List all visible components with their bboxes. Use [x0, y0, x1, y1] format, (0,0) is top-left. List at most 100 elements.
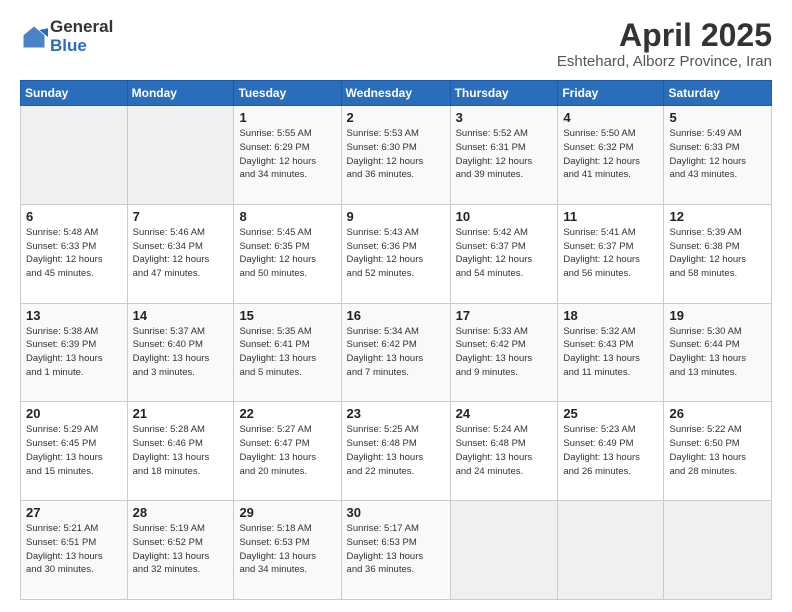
day-cell — [127, 106, 234, 205]
day-number: 9 — [347, 209, 445, 224]
week-row-1: 1 Sunrise: 5:55 AM Sunset: 6:29 PM Daylig… — [21, 106, 772, 205]
logo-blue-text: Blue — [50, 37, 113, 56]
day-cell: 9 Sunrise: 5:43 AM Sunset: 6:36 PM Daylig… — [341, 204, 450, 303]
logo-general-text: General — [50, 18, 113, 37]
calendar-title: April 2025 — [557, 18, 772, 53]
day-number: 6 — [26, 209, 122, 224]
day-info: Sunrise: 5:19 AM Sunset: 6:52 PM Dayligh… — [133, 522, 229, 577]
header: General Blue April 2025 Eshtehard, Albor… — [20, 18, 772, 70]
col-header-thursday: Thursday — [450, 81, 558, 106]
day-number: 12 — [669, 209, 766, 224]
week-row-2: 6 Sunrise: 5:48 AM Sunset: 6:33 PM Daylig… — [21, 204, 772, 303]
day-cell: 7 Sunrise: 5:46 AM Sunset: 6:34 PM Daylig… — [127, 204, 234, 303]
header-row: SundayMondayTuesdayWednesdayThursdayFrid… — [21, 81, 772, 106]
day-number: 15 — [239, 308, 335, 323]
day-info: Sunrise: 5:49 AM Sunset: 6:33 PM Dayligh… — [669, 127, 766, 182]
logo-icon — [20, 23, 48, 51]
day-info: Sunrise: 5:28 AM Sunset: 6:46 PM Dayligh… — [133, 423, 229, 478]
day-cell: 21 Sunrise: 5:28 AM Sunset: 6:46 PM Dayli… — [127, 402, 234, 501]
day-info: Sunrise: 5:48 AM Sunset: 6:33 PM Dayligh… — [26, 226, 122, 281]
day-info: Sunrise: 5:35 AM Sunset: 6:41 PM Dayligh… — [239, 325, 335, 380]
day-number: 27 — [26, 505, 122, 520]
col-header-saturday: Saturday — [664, 81, 772, 106]
day-number: 13 — [26, 308, 122, 323]
col-header-wednesday: Wednesday — [341, 81, 450, 106]
day-info: Sunrise: 5:46 AM Sunset: 6:34 PM Dayligh… — [133, 226, 229, 281]
day-info: Sunrise: 5:50 AM Sunset: 6:32 PM Dayligh… — [563, 127, 658, 182]
day-cell — [21, 106, 128, 205]
week-row-4: 20 Sunrise: 5:29 AM Sunset: 6:45 PM Dayli… — [21, 402, 772, 501]
day-info: Sunrise: 5:41 AM Sunset: 6:37 PM Dayligh… — [563, 226, 658, 281]
day-number: 10 — [456, 209, 553, 224]
day-cell: 25 Sunrise: 5:23 AM Sunset: 6:49 PM Dayli… — [558, 402, 664, 501]
day-number: 1 — [239, 110, 335, 125]
day-number: 5 — [669, 110, 766, 125]
day-cell: 22Sunrise: 5:27 AM Sunset: 6:47 PM Dayli… — [234, 402, 341, 501]
day-cell — [664, 501, 772, 600]
day-number: 30 — [347, 505, 445, 520]
day-cell: 18 Sunrise: 5:32 AM Sunset: 6:43 PM Dayli… — [558, 303, 664, 402]
day-info: Sunrise: 5:32 AM Sunset: 6:43 PM Dayligh… — [563, 325, 658, 380]
day-number: 20 — [26, 406, 122, 421]
day-number: 21 — [133, 406, 229, 421]
day-info: Sunrise: 5:39 AM Sunset: 6:38 PM Dayligh… — [669, 226, 766, 281]
day-cell: 15 Sunrise: 5:35 AM Sunset: 6:41 PM Dayli… — [234, 303, 341, 402]
day-number: 7 — [133, 209, 229, 224]
day-number: 24 — [456, 406, 553, 421]
calendar-subtitle: Eshtehard, Alborz Province, Iran — [557, 53, 772, 70]
day-info: Sunrise: 5:37 AM Sunset: 6:40 PM Dayligh… — [133, 325, 229, 380]
day-number: 11 — [563, 209, 658, 224]
day-number: 18 — [563, 308, 658, 323]
day-number: 3 — [456, 110, 553, 125]
day-info: Sunrise: 5:22 AM Sunset: 6:50 PM Dayligh… — [669, 423, 766, 478]
day-cell: 3Sunrise: 5:52 AM Sunset: 6:31 PM Daylig… — [450, 106, 558, 205]
day-cell — [558, 501, 664, 600]
day-info: Sunrise: 5:43 AM Sunset: 6:36 PM Dayligh… — [347, 226, 445, 281]
day-number: 26 — [669, 406, 766, 421]
day-info: Sunrise: 5:29 AM Sunset: 6:45 PM Dayligh… — [26, 423, 122, 478]
day-cell: 1 Sunrise: 5:55 AM Sunset: 6:29 PM Daylig… — [234, 106, 341, 205]
day-cell: 5 Sunrise: 5:49 AM Sunset: 6:33 PM Daylig… — [664, 106, 772, 205]
day-info: Sunrise: 5:23 AM Sunset: 6:49 PM Dayligh… — [563, 423, 658, 478]
day-info: Sunrise: 5:42 AM Sunset: 6:37 PM Dayligh… — [456, 226, 553, 281]
col-header-monday: Monday — [127, 81, 234, 106]
week-row-3: 13 Sunrise: 5:38 AM Sunset: 6:39 PM Dayli… — [21, 303, 772, 402]
logo: General Blue — [20, 18, 113, 55]
week-row-5: 27 Sunrise: 5:21 AM Sunset: 6:51 PM Dayli… — [21, 501, 772, 600]
day-cell: 30 Sunrise: 5:17 AM Sunset: 6:53 PM Dayli… — [341, 501, 450, 600]
day-info: Sunrise: 5:18 AM Sunset: 6:53 PM Dayligh… — [239, 522, 335, 577]
day-cell: 14Sunrise: 5:37 AM Sunset: 6:40 PM Dayli… — [127, 303, 234, 402]
day-cell: 2Sunrise: 5:53 AM Sunset: 6:30 PM Daylig… — [341, 106, 450, 205]
day-number: 8 — [239, 209, 335, 224]
day-info: Sunrise: 5:17 AM Sunset: 6:53 PM Dayligh… — [347, 522, 445, 577]
day-number: 25 — [563, 406, 658, 421]
day-info: Sunrise: 5:21 AM Sunset: 6:51 PM Dayligh… — [26, 522, 122, 577]
day-cell: 4Sunrise: 5:50 AM Sunset: 6:32 PM Daylig… — [558, 106, 664, 205]
day-cell: 10 Sunrise: 5:42 AM Sunset: 6:37 PM Dayli… — [450, 204, 558, 303]
col-header-friday: Friday — [558, 81, 664, 106]
day-info: Sunrise: 5:25 AM Sunset: 6:48 PM Dayligh… — [347, 423, 445, 478]
day-cell: 23Sunrise: 5:25 AM Sunset: 6:48 PM Dayli… — [341, 402, 450, 501]
day-info: Sunrise: 5:24 AM Sunset: 6:48 PM Dayligh… — [456, 423, 553, 478]
calendar-table: SundayMondayTuesdayWednesdayThursdayFrid… — [20, 80, 772, 600]
day-cell — [450, 501, 558, 600]
day-cell: 17 Sunrise: 5:33 AM Sunset: 6:42 PM Dayli… — [450, 303, 558, 402]
day-info: Sunrise: 5:38 AM Sunset: 6:39 PM Dayligh… — [26, 325, 122, 380]
day-info: Sunrise: 5:55 AM Sunset: 6:29 PM Dayligh… — [239, 127, 335, 182]
day-cell: 6 Sunrise: 5:48 AM Sunset: 6:33 PM Daylig… — [21, 204, 128, 303]
day-number: 17 — [456, 308, 553, 323]
col-header-sunday: Sunday — [21, 81, 128, 106]
day-number: 19 — [669, 308, 766, 323]
day-cell: 16Sunrise: 5:34 AM Sunset: 6:42 PM Dayli… — [341, 303, 450, 402]
day-cell: 20 Sunrise: 5:29 AM Sunset: 6:45 PM Dayli… — [21, 402, 128, 501]
day-number: 2 — [347, 110, 445, 125]
col-header-tuesday: Tuesday — [234, 81, 341, 106]
day-info: Sunrise: 5:30 AM Sunset: 6:44 PM Dayligh… — [669, 325, 766, 380]
day-info: Sunrise: 5:33 AM Sunset: 6:42 PM Dayligh… — [456, 325, 553, 380]
day-number: 28 — [133, 505, 229, 520]
day-number: 16 — [347, 308, 445, 323]
day-number: 29 — [239, 505, 335, 520]
day-info: Sunrise: 5:27 AM Sunset: 6:47 PM Dayligh… — [239, 423, 335, 478]
title-area: April 2025 Eshtehard, Alborz Province, I… — [557, 18, 772, 70]
day-cell: 13 Sunrise: 5:38 AM Sunset: 6:39 PM Dayli… — [21, 303, 128, 402]
